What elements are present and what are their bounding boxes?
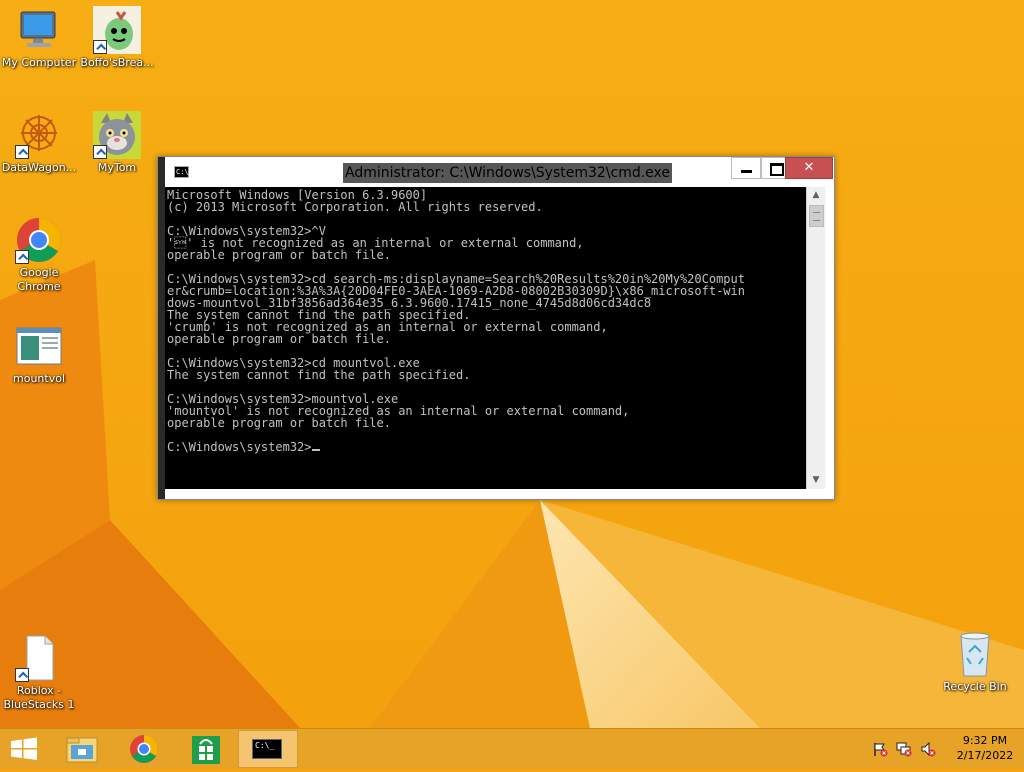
taskbar-file-explorer[interactable] bbox=[52, 730, 112, 768]
desktop-icon-label: DataWagon... bbox=[1, 161, 77, 174]
windows-logo-icon bbox=[11, 737, 37, 760]
desktop-icon-label: Roblox - BlueStacks 1 bbox=[3, 684, 75, 711]
application-window-icon bbox=[15, 322, 63, 370]
recycle-bin-icon bbox=[951, 630, 999, 678]
talking-tom-cat-icon bbox=[93, 111, 141, 159]
system-tray: 9:32 PM 2/17/2022 bbox=[864, 729, 1024, 769]
taskbar-google-chrome[interactable] bbox=[114, 730, 174, 768]
window-titlebar[interactable]: C:\ Administrator: C:\Windows\System32\c… bbox=[165, 157, 834, 187]
desktop-icon-mytom[interactable]: MyTom bbox=[78, 111, 156, 175]
computer-icon bbox=[15, 6, 63, 54]
close-button[interactable]: ✕ bbox=[785, 157, 833, 179]
desktop-icon-boffos-breakfast[interactable]: Boffo'sBrea... bbox=[78, 6, 156, 70]
shortcut-arrow-icon bbox=[15, 668, 29, 682]
cactus-character-icon bbox=[93, 6, 141, 54]
command-prompt-icon-glyph: C:\_ bbox=[255, 741, 275, 750]
datawagon-icon bbox=[15, 111, 63, 159]
volume-muted-icon[interactable] bbox=[920, 741, 936, 757]
chrome-icon bbox=[130, 735, 158, 763]
desktop-icon-label: Recycle Bin bbox=[943, 680, 1007, 693]
window-border bbox=[158, 157, 165, 499]
vertical-scrollbar[interactable]: ▲ ▼ bbox=[806, 187, 825, 489]
system-clock[interactable]: 9:32 PM 2/17/2022 bbox=[952, 733, 1018, 763]
desktop-icon-datawagon[interactable]: DataWagon... bbox=[0, 111, 78, 175]
clock-date: 2/17/2022 bbox=[956, 749, 1014, 762]
desktop-icon-label: mountvol bbox=[13, 372, 65, 385]
taskbar: C:\_ 9:32 PM 2/17/2022 bbox=[0, 728, 1024, 769]
desktop-icon-mountvol[interactable]: mountvol bbox=[0, 322, 78, 386]
cmd-icon-glyph: C:\ bbox=[176, 168, 189, 176]
taskbar-command-prompt[interactable]: C:\_ bbox=[238, 730, 298, 768]
action-center-flag-icon[interactable] bbox=[872, 741, 888, 757]
console-output-area[interactable]: Microsoft Windows [Version 6.3.9600] (c)… bbox=[165, 187, 806, 489]
maximize-icon bbox=[770, 163, 784, 176]
shortcut-arrow-icon bbox=[15, 250, 29, 264]
desktop-icon-google-chrome[interactable]: Google Chrome bbox=[0, 216, 78, 294]
scrollbar-thumb[interactable] bbox=[809, 205, 824, 227]
folder-icon bbox=[66, 737, 98, 763]
network-disconnected-icon[interactable] bbox=[896, 741, 912, 757]
chrome-icon bbox=[15, 216, 63, 264]
minimize-button[interactable] bbox=[731, 157, 761, 179]
scroll-up-arrow-icon[interactable]: ▲ bbox=[807, 187, 825, 204]
blank-file-icon bbox=[15, 634, 63, 682]
command-prompt-icon: C:\_ bbox=[252, 739, 282, 759]
shortcut-arrow-icon bbox=[15, 145, 29, 159]
close-icon: ✕ bbox=[803, 160, 815, 175]
scroll-down-arrow-icon[interactable]: ▼ bbox=[807, 472, 825, 489]
window-title: Administrator: C:\Windows\System32\cmd.e… bbox=[343, 163, 673, 183]
shortcut-arrow-icon bbox=[93, 40, 107, 54]
text-cursor bbox=[311, 449, 320, 451]
desktop-icon-label: MyTom bbox=[97, 161, 137, 174]
start-button[interactable] bbox=[0, 730, 48, 768]
store-bag-icon bbox=[192, 736, 220, 764]
command-prompt-window[interactable]: C:\ Administrator: C:\Windows\System32\c… bbox=[157, 156, 835, 500]
desktop-icon-recycle-bin[interactable]: Recycle Bin bbox=[936, 630, 1014, 694]
console-text: Microsoft Windows [Version 6.3.9600] (c)… bbox=[167, 188, 745, 454]
desktop-icon-label: Google Chrome bbox=[17, 266, 61, 293]
taskbar-windows-store[interactable] bbox=[176, 730, 236, 768]
desktop-icon-label: Boffo'sBrea... bbox=[80, 56, 154, 69]
clock-time: 9:32 PM bbox=[962, 734, 1008, 747]
cmd-system-icon[interactable]: C:\ bbox=[174, 166, 189, 178]
minimize-icon bbox=[741, 170, 752, 173]
desktop-icon-label: My Computer bbox=[1, 56, 77, 69]
desktop-icon-roblox-bluestacks[interactable]: Roblox - BlueStacks 1 bbox=[0, 634, 78, 712]
shortcut-arrow-icon bbox=[93, 145, 107, 159]
desktop-icon-my-computer[interactable]: My Computer bbox=[0, 6, 78, 70]
